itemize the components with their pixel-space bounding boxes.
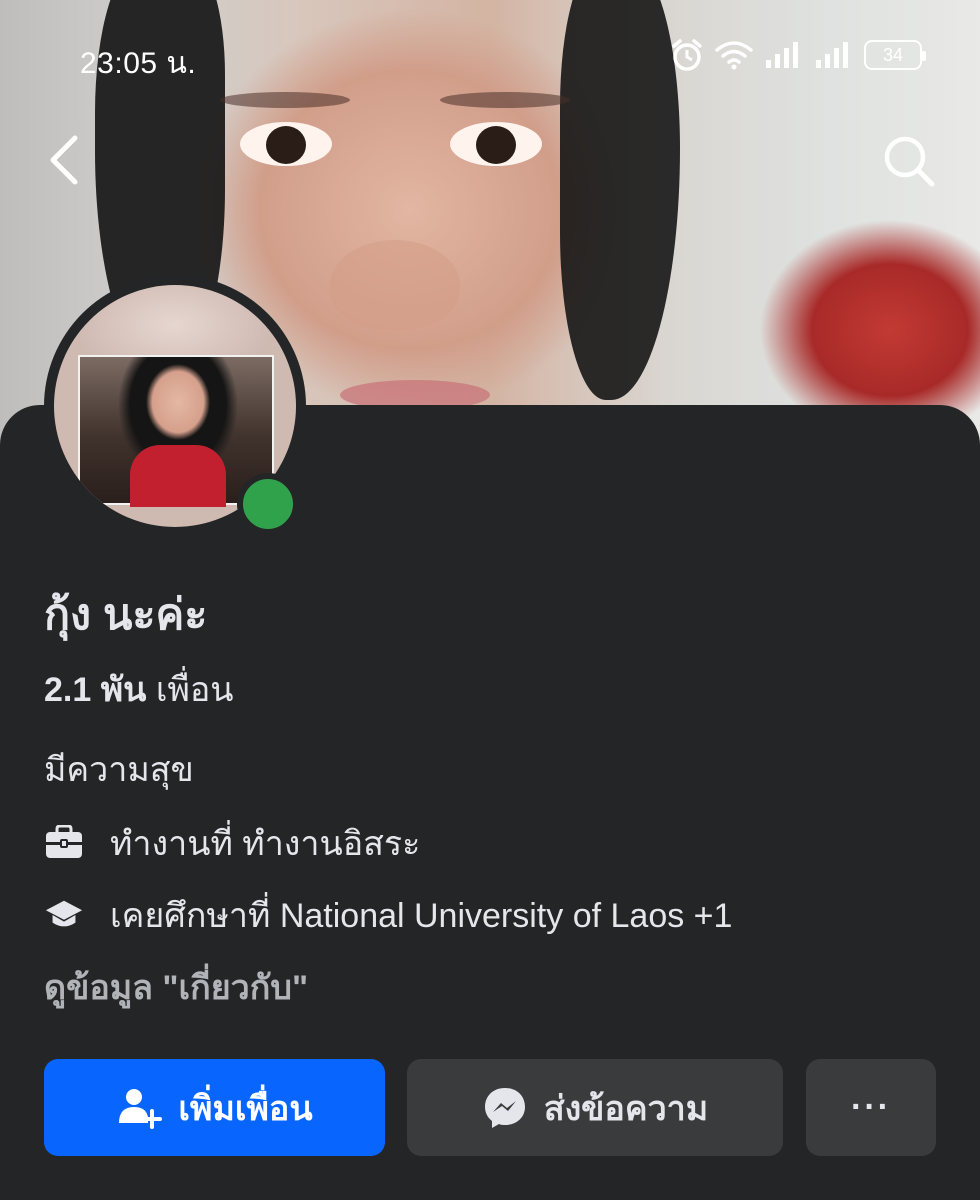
friends-count[interactable]: 2.1 พัน เพื่อน — [44, 662, 234, 716]
alarm-icon — [672, 39, 702, 71]
add-friend-button[interactable]: เพิ่มเพื่อน — [44, 1059, 385, 1156]
more-options-icon: ··· — [851, 1088, 891, 1126]
wifi-icon — [715, 41, 753, 70]
cover-photo-detail — [560, 0, 680, 400]
status-time: 23:05 น. — [80, 47, 197, 80]
chevron-left-icon — [50, 135, 78, 185]
cover-photo-detail — [330, 240, 460, 330]
online-status-indicator — [237, 473, 299, 535]
cover-photo-detail — [240, 122, 332, 166]
education-text: เคยศึกษาที่ National University of Laos … — [110, 897, 733, 935]
signal-icon — [766, 42, 798, 68]
work-text: ทำงานที่ ทำงานอิสระ — [110, 825, 421, 863]
education-info: เคยศึกษาที่ National University of Laos … — [44, 888, 732, 942]
cover-photo-detail — [220, 92, 350, 108]
search-icon — [884, 136, 935, 187]
friends-count-value: 2.1 พัน — [44, 671, 147, 709]
cover-photo-detail — [440, 92, 570, 108]
signal-icon — [816, 42, 848, 68]
graduation-cap-icon — [44, 895, 84, 935]
cover-photo-detail — [450, 122, 542, 166]
message-label: ส่งข้อความ — [543, 1089, 709, 1128]
search-button[interactable] — [880, 132, 938, 190]
status-icons: 34 — [670, 38, 926, 72]
see-about-link[interactable]: ดูข้อมูล "เกี่ยวกับ" — [44, 960, 308, 1014]
back-button[interactable] — [40, 130, 90, 190]
briefcase-icon — [44, 823, 84, 863]
work-info: ทำงานที่ ทำงานอิสระ — [44, 816, 420, 870]
profile-name: กุ้ง นะค่ะ — [44, 591, 208, 639]
profile-bio: มีความสุข — [44, 751, 194, 789]
more-options-button[interactable]: ··· — [806, 1059, 936, 1156]
friends-count-label: เพื่อน — [155, 671, 234, 709]
messenger-icon — [482, 1085, 528, 1131]
battery-icon: 34 — [864, 40, 926, 70]
message-button[interactable]: ส่งข้อความ — [407, 1059, 783, 1156]
add-friend-icon — [116, 1085, 163, 1131]
add-friend-label: เพิ่มเพื่อน — [178, 1089, 313, 1128]
